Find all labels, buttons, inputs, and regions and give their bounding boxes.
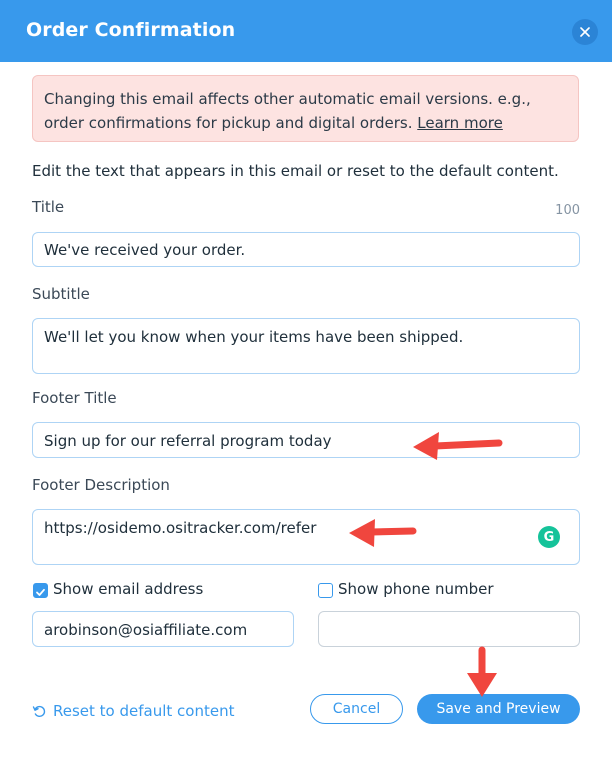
annotation-arrow-footer-description [349,519,417,547]
dialog-header: Order Confirmation [0,0,612,62]
footer-title-input-value: Sign up for our referral program today [44,432,332,450]
phone-input[interactable] [318,611,580,647]
title-label: Title [32,198,65,216]
reset-default-label: Reset to default content [53,702,235,720]
email-input-value: arobinson@osiaffiliate.com [44,621,248,639]
annotation-arrow-save [467,646,497,697]
footer-title-label: Footer Title [32,389,117,407]
reset-icon [32,705,46,717]
close-button[interactable] [572,19,598,45]
show-phone-checkbox[interactable] [318,583,333,598]
footer-description-label: Footer Description [32,476,170,494]
show-email-checkbox[interactable] [33,583,48,598]
title-input[interactable]: We've received your order. [32,232,580,267]
email-input[interactable]: arobinson@osiaffiliate.com [32,611,294,647]
reset-default-link[interactable]: Reset to default content [32,702,234,720]
footer-description-input[interactable]: https://osidemo.ositracker.com/refer [32,509,580,565]
dialog-title: Order Confirmation [26,19,236,41]
close-icon [580,27,590,37]
grammarly-icon[interactable]: G [538,526,560,548]
warning-alert: Changing this email affects other automa… [32,75,579,142]
cancel-button[interactable]: Cancel [310,694,403,724]
subtitle-input[interactable]: We'll let you know when your items have … [32,318,580,374]
subtitle-label: Subtitle [32,285,90,303]
annotation-arrow-footer-title [413,432,503,460]
learn-more-link[interactable]: Learn more [417,114,503,132]
show-email-label[interactable]: Show email address [53,580,203,598]
show-phone-label[interactable]: Show phone number [338,580,494,598]
subtitle-input-value: We'll let you know when your items have … [44,328,464,346]
title-input-value: We've received your order. [44,241,246,259]
footer-description-input-value: https://osidemo.ositracker.com/refer [44,519,317,537]
title-char-counter: 100 [555,203,580,218]
intro-text: Edit the text that appears in this email… [32,162,559,180]
checkmark-icon [36,588,45,596]
